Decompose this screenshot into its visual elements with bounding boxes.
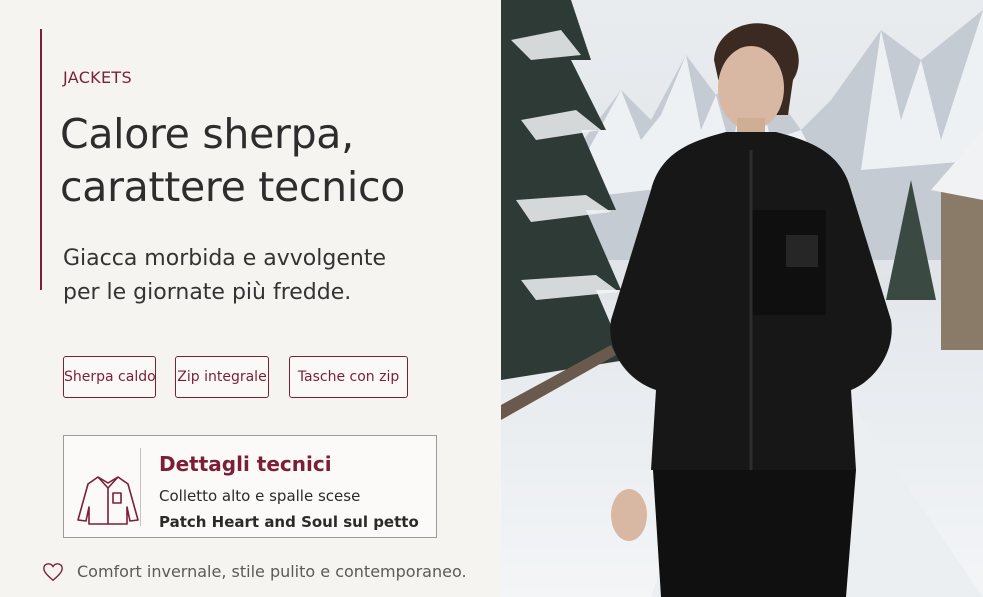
details-title: Dettagli tecnici — [159, 452, 332, 476]
headline: Calore sherpa, carattere tecnico — [60, 108, 480, 214]
details-line-collar: Colletto alto e spalle scese — [159, 487, 361, 505]
details-line-patch: Patch Heart and Soul sul petto — [159, 513, 419, 531]
details-card: Dettagli tecnici Colletto alto e spalle … — [63, 435, 437, 538]
details-divider — [140, 448, 141, 526]
jacket-outline-icon — [77, 476, 139, 525]
headline-line-1: Calore sherpa, — [60, 110, 354, 158]
category-label: JACKETS — [63, 68, 132, 87]
feature-chip-pockets[interactable]: Tasche con zip — [289, 356, 408, 398]
subtitle-line-2: per le giornate più fredde. — [63, 280, 352, 305]
accent-line — [40, 29, 42, 290]
subtitle-line-1: Giacca morbida e avvolgente — [63, 246, 386, 271]
feature-chip-sherpa[interactable]: Sherpa caldo — [63, 356, 156, 398]
content-panel: JACKETS Calore sherpa, carattere tecnico… — [0, 0, 501, 597]
headline-line-2: carattere tecnico — [60, 163, 405, 211]
subtitle: Giacca morbida e avvolgente per le giorn… — [63, 242, 463, 310]
tagline: Comfort invernale, stile pulito e contem… — [77, 562, 467, 581]
heart-outline-icon — [43, 563, 63, 582]
product-photo — [501, 0, 983, 597]
feature-chip-zip[interactable]: Zip integrale — [175, 356, 269, 398]
